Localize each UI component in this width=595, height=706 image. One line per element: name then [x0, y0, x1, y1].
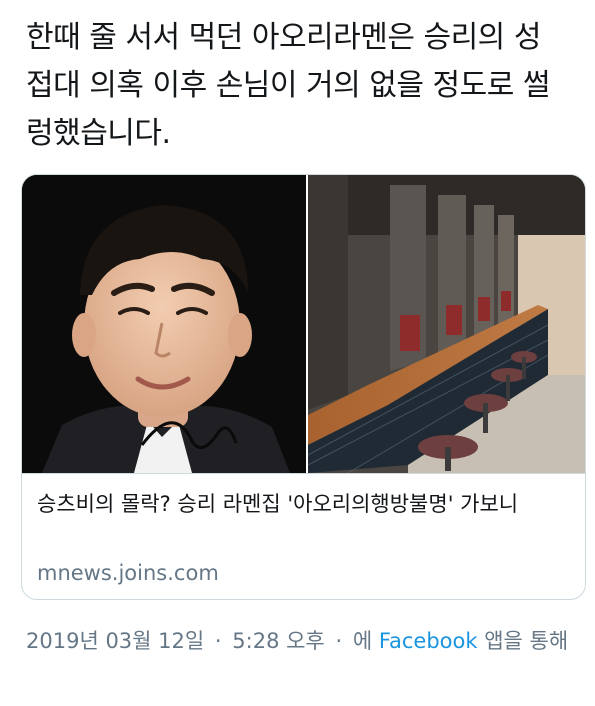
- via-prefix: 에: [352, 629, 373, 653]
- tweet-date[interactable]: 2019년 03월 12일: [26, 629, 204, 653]
- restaurant-illustration: [308, 175, 585, 473]
- source-app-link[interactable]: Facebook: [379, 629, 478, 653]
- card-domain: mnews.joins.com: [37, 561, 219, 585]
- card-image-portrait[interactable]: [22, 175, 306, 473]
- meta-separator: ·: [214, 629, 222, 653]
- card-title[interactable]: 승츠비의 몰락? 승리 라멘집 '아오리의행방불명' 가보니: [37, 488, 567, 520]
- via-suffix: 앱을 통해: [484, 629, 569, 653]
- tweet: 한때 줄 서서 먹던 아오리라멘은 승리의 성 접대 의혹 이후 손님이 거의 …: [0, 0, 595, 706]
- tweet-text: 한때 줄 서서 먹던 아오리라멘은 승리의 성 접대 의혹 이후 손님이 거의 …: [26, 20, 550, 151]
- card-body[interactable]: 승츠비의 몰락? 승리 라멘집 '아오리의행방불명' 가보니 mnews.joi…: [22, 473, 585, 599]
- card-image-restaurant[interactable]: [308, 175, 585, 473]
- meta-separator: ·: [335, 629, 343, 653]
- card-media[interactable]: [22, 175, 585, 473]
- portrait-illustration: [22, 175, 306, 473]
- link-preview-card[interactable]: 승츠비의 몰락? 승리 라멘집 '아오리의행방불명' 가보니 mnews.joi…: [21, 174, 586, 600]
- tweet-meta: 2019년 03월 12일 · 5:28 오후 · 에 Facebook 앱을 …: [26, 624, 576, 658]
- tweet-time[interactable]: 5:28 오후: [232, 629, 324, 653]
